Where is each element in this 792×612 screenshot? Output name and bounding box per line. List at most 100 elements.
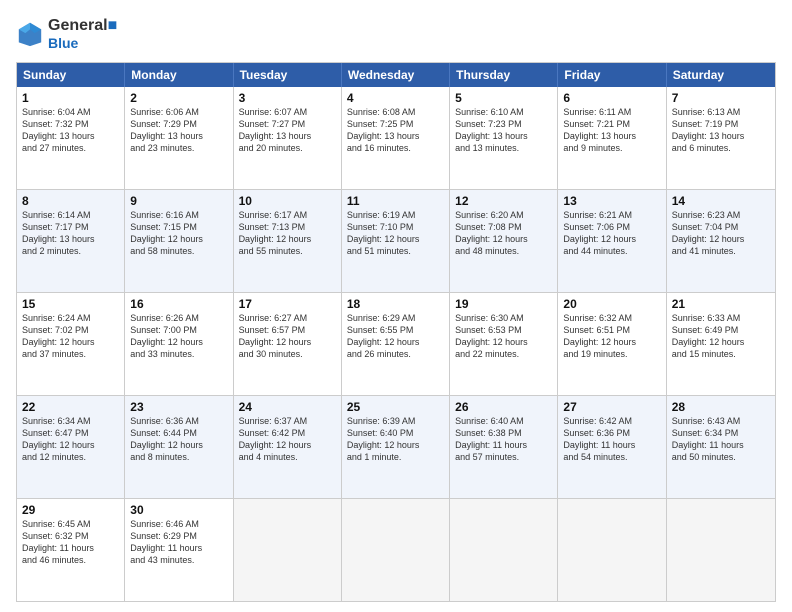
cell-info: Sunrise: 6:26 AM Sunset: 7:00 PM Dayligh… (130, 312, 227, 361)
header-cell-wednesday: Wednesday (342, 63, 450, 87)
cell-info: Sunrise: 6:43 AM Sunset: 6:34 PM Dayligh… (672, 415, 770, 464)
cell-info: Sunrise: 6:32 AM Sunset: 6:51 PM Dayligh… (563, 312, 660, 361)
calendar-row-2: 15Sunrise: 6:24 AM Sunset: 7:02 PM Dayli… (17, 292, 775, 395)
cal-cell-r3c6: 28Sunrise: 6:43 AM Sunset: 6:34 PM Dayli… (667, 396, 775, 498)
day-number: 27 (563, 400, 660, 414)
header-cell-thursday: Thursday (450, 63, 558, 87)
day-number: 7 (672, 91, 770, 105)
cal-cell-r4c5 (558, 499, 666, 601)
cal-cell-r4c1: 30Sunrise: 6:46 AM Sunset: 6:29 PM Dayli… (125, 499, 233, 601)
cell-info: Sunrise: 6:10 AM Sunset: 7:23 PM Dayligh… (455, 106, 552, 155)
cell-info: Sunrise: 6:11 AM Sunset: 7:21 PM Dayligh… (563, 106, 660, 155)
calendar-row-3: 22Sunrise: 6:34 AM Sunset: 6:47 PM Dayli… (17, 395, 775, 498)
cal-cell-r4c2 (234, 499, 342, 601)
day-number: 21 (672, 297, 770, 311)
cell-info: Sunrise: 6:04 AM Sunset: 7:32 PM Dayligh… (22, 106, 119, 155)
cell-info: Sunrise: 6:46 AM Sunset: 6:29 PM Dayligh… (130, 518, 227, 567)
day-number: 30 (130, 503, 227, 517)
cal-cell-r3c4: 26Sunrise: 6:40 AM Sunset: 6:38 PM Dayli… (450, 396, 558, 498)
cell-info: Sunrise: 6:20 AM Sunset: 7:08 PM Dayligh… (455, 209, 552, 258)
calendar-row-1: 8Sunrise: 6:14 AM Sunset: 7:17 PM Daylig… (17, 189, 775, 292)
day-number: 5 (455, 91, 552, 105)
cal-cell-r0c6: 7Sunrise: 6:13 AM Sunset: 7:19 PM Daylig… (667, 87, 775, 189)
day-number: 19 (455, 297, 552, 311)
header-cell-friday: Friday (558, 63, 666, 87)
day-number: 20 (563, 297, 660, 311)
day-number: 9 (130, 194, 227, 208)
cell-info: Sunrise: 6:16 AM Sunset: 7:15 PM Dayligh… (130, 209, 227, 258)
day-number: 28 (672, 400, 770, 414)
day-number: 23 (130, 400, 227, 414)
day-number: 12 (455, 194, 552, 208)
day-number: 17 (239, 297, 336, 311)
cal-cell-r1c3: 11Sunrise: 6:19 AM Sunset: 7:10 PM Dayli… (342, 190, 450, 292)
cal-cell-r2c6: 21Sunrise: 6:33 AM Sunset: 6:49 PM Dayli… (667, 293, 775, 395)
day-number: 11 (347, 194, 444, 208)
cell-info: Sunrise: 6:45 AM Sunset: 6:32 PM Dayligh… (22, 518, 119, 567)
day-number: 15 (22, 297, 119, 311)
day-number: 26 (455, 400, 552, 414)
cell-info: Sunrise: 6:19 AM Sunset: 7:10 PM Dayligh… (347, 209, 444, 258)
header-cell-monday: Monday (125, 63, 233, 87)
day-number: 29 (22, 503, 119, 517)
calendar-header: SundayMondayTuesdayWednesdayThursdayFrid… (17, 63, 775, 87)
cell-info: Sunrise: 6:39 AM Sunset: 6:40 PM Dayligh… (347, 415, 444, 464)
cell-info: Sunrise: 6:24 AM Sunset: 7:02 PM Dayligh… (22, 312, 119, 361)
cal-cell-r2c0: 15Sunrise: 6:24 AM Sunset: 7:02 PM Dayli… (17, 293, 125, 395)
cell-info: Sunrise: 6:21 AM Sunset: 7:06 PM Dayligh… (563, 209, 660, 258)
day-number: 1 (22, 91, 119, 105)
cal-cell-r1c5: 13Sunrise: 6:21 AM Sunset: 7:06 PM Dayli… (558, 190, 666, 292)
day-number: 14 (672, 194, 770, 208)
cell-info: Sunrise: 6:06 AM Sunset: 7:29 PM Dayligh… (130, 106, 227, 155)
cal-cell-r3c1: 23Sunrise: 6:36 AM Sunset: 6:44 PM Dayli… (125, 396, 233, 498)
cell-info: Sunrise: 6:27 AM Sunset: 6:57 PM Dayligh… (239, 312, 336, 361)
cal-cell-r0c4: 5Sunrise: 6:10 AM Sunset: 7:23 PM Daylig… (450, 87, 558, 189)
day-number: 16 (130, 297, 227, 311)
calendar-row-0: 1Sunrise: 6:04 AM Sunset: 7:32 PM Daylig… (17, 87, 775, 189)
day-number: 2 (130, 91, 227, 105)
cal-cell-r2c2: 17Sunrise: 6:27 AM Sunset: 6:57 PM Dayli… (234, 293, 342, 395)
logo-icon (16, 20, 44, 48)
cal-cell-r0c0: 1Sunrise: 6:04 AM Sunset: 7:32 PM Daylig… (17, 87, 125, 189)
cell-info: Sunrise: 6:07 AM Sunset: 7:27 PM Dayligh… (239, 106, 336, 155)
cal-cell-r1c4: 12Sunrise: 6:20 AM Sunset: 7:08 PM Dayli… (450, 190, 558, 292)
day-number: 25 (347, 400, 444, 414)
calendar-row-4: 29Sunrise: 6:45 AM Sunset: 6:32 PM Dayli… (17, 498, 775, 601)
cal-cell-r4c0: 29Sunrise: 6:45 AM Sunset: 6:32 PM Dayli… (17, 499, 125, 601)
cal-cell-r4c3 (342, 499, 450, 601)
cell-info: Sunrise: 6:34 AM Sunset: 6:47 PM Dayligh… (22, 415, 119, 464)
day-number: 4 (347, 91, 444, 105)
header-cell-sunday: Sunday (17, 63, 125, 87)
cell-info: Sunrise: 6:30 AM Sunset: 6:53 PM Dayligh… (455, 312, 552, 361)
day-number: 24 (239, 400, 336, 414)
cal-cell-r3c2: 24Sunrise: 6:37 AM Sunset: 6:42 PM Dayli… (234, 396, 342, 498)
header-cell-saturday: Saturday (667, 63, 775, 87)
calendar-body: 1Sunrise: 6:04 AM Sunset: 7:32 PM Daylig… (17, 87, 775, 601)
logo: General■ Blue (16, 16, 117, 52)
cal-cell-r0c5: 6Sunrise: 6:11 AM Sunset: 7:21 PM Daylig… (558, 87, 666, 189)
cell-info: Sunrise: 6:23 AM Sunset: 7:04 PM Dayligh… (672, 209, 770, 258)
cal-cell-r2c1: 16Sunrise: 6:26 AM Sunset: 7:00 PM Dayli… (125, 293, 233, 395)
cell-info: Sunrise: 6:13 AM Sunset: 7:19 PM Dayligh… (672, 106, 770, 155)
cell-info: Sunrise: 6:33 AM Sunset: 6:49 PM Dayligh… (672, 312, 770, 361)
cell-info: Sunrise: 6:36 AM Sunset: 6:44 PM Dayligh… (130, 415, 227, 464)
day-number: 22 (22, 400, 119, 414)
day-number: 13 (563, 194, 660, 208)
cell-info: Sunrise: 6:17 AM Sunset: 7:13 PM Dayligh… (239, 209, 336, 258)
day-number: 3 (239, 91, 336, 105)
cal-cell-r0c2: 3Sunrise: 6:07 AM Sunset: 7:27 PM Daylig… (234, 87, 342, 189)
header: General■ Blue (16, 16, 776, 52)
cell-info: Sunrise: 6:40 AM Sunset: 6:38 PM Dayligh… (455, 415, 552, 464)
day-number: 8 (22, 194, 119, 208)
cal-cell-r0c1: 2Sunrise: 6:06 AM Sunset: 7:29 PM Daylig… (125, 87, 233, 189)
cal-cell-r3c0: 22Sunrise: 6:34 AM Sunset: 6:47 PM Dayli… (17, 396, 125, 498)
cal-cell-r1c0: 8Sunrise: 6:14 AM Sunset: 7:17 PM Daylig… (17, 190, 125, 292)
cell-info: Sunrise: 6:08 AM Sunset: 7:25 PM Dayligh… (347, 106, 444, 155)
header-cell-tuesday: Tuesday (234, 63, 342, 87)
cal-cell-r4c4 (450, 499, 558, 601)
day-number: 10 (239, 194, 336, 208)
logo-text: General■ Blue (48, 16, 117, 52)
day-number: 6 (563, 91, 660, 105)
cal-cell-r3c3: 25Sunrise: 6:39 AM Sunset: 6:40 PM Dayli… (342, 396, 450, 498)
page: General■ Blue SundayMondayTuesdayWednesd… (0, 0, 792, 612)
